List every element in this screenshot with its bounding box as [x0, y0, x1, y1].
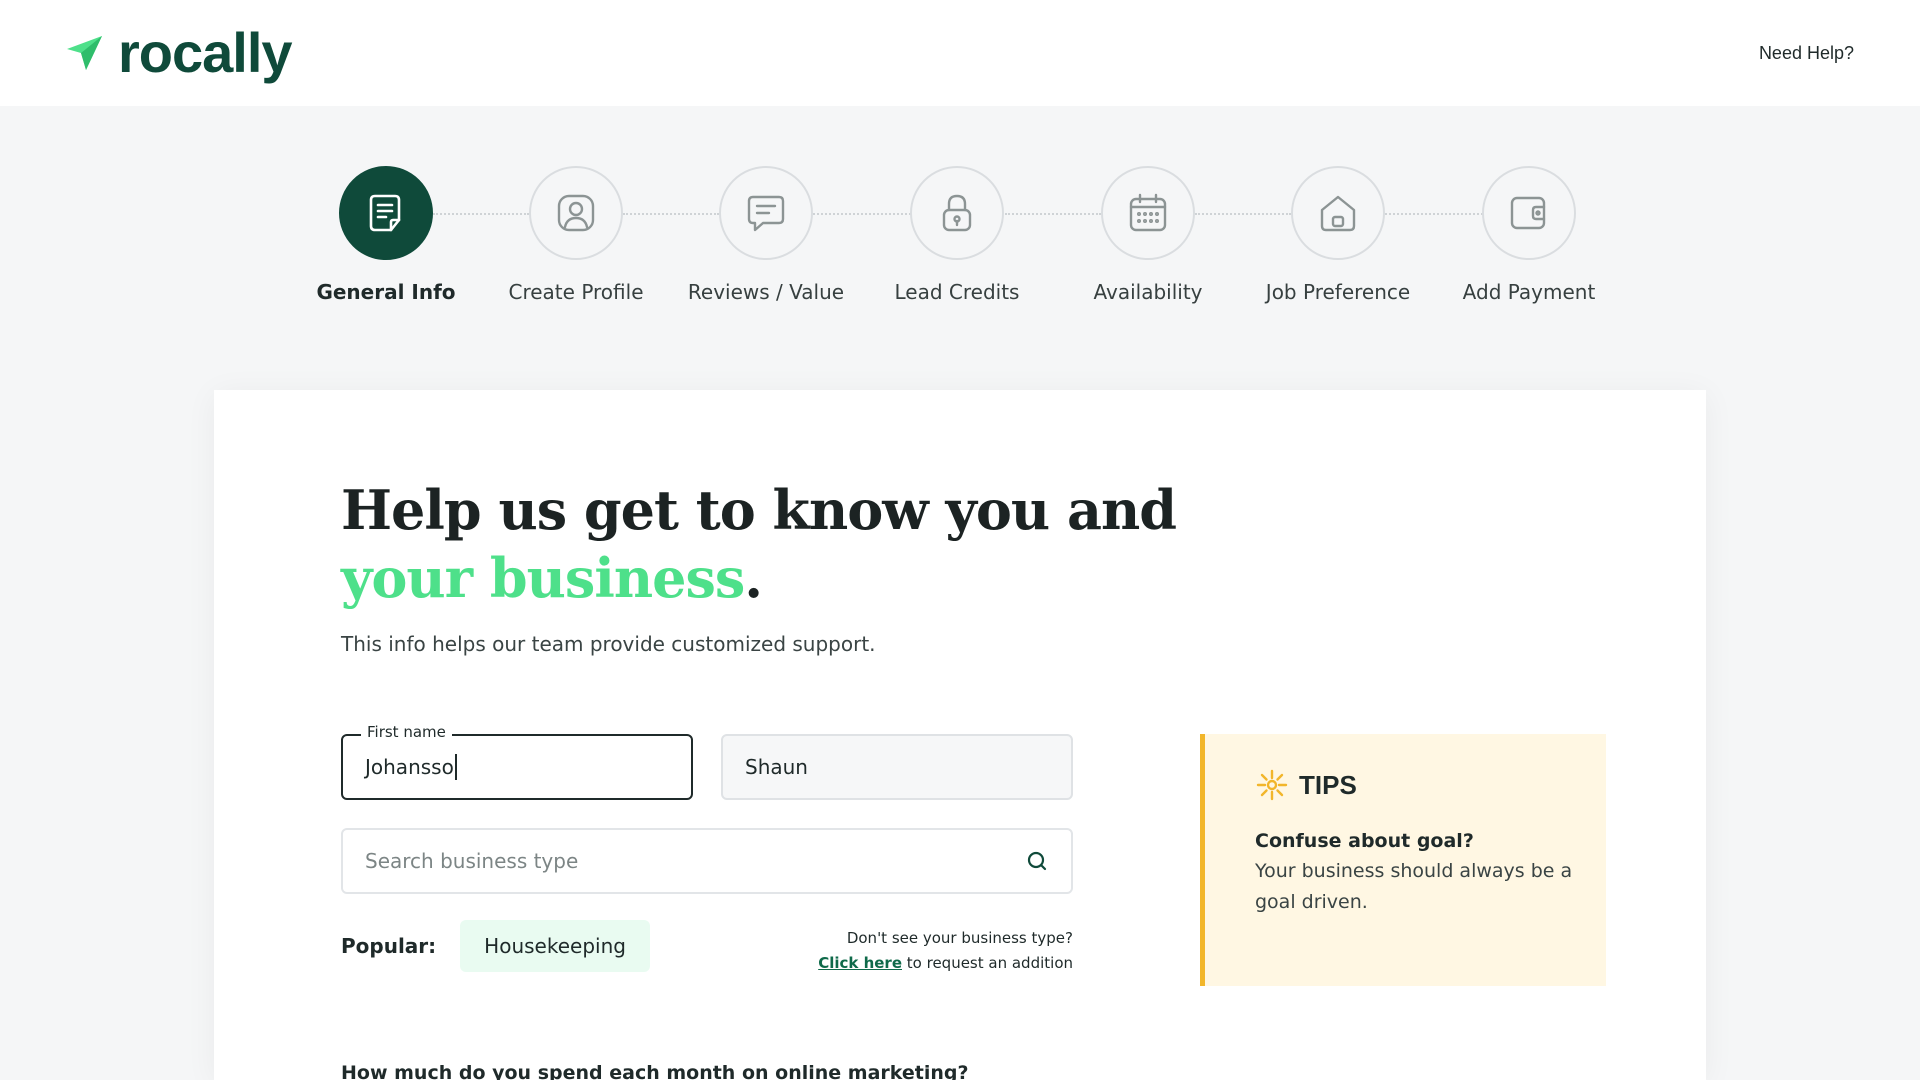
step-availability[interactable]: Availability — [1053, 166, 1243, 304]
step-create-profile[interactable]: Create Profile — [481, 166, 671, 304]
first-name-field[interactable]: First name Johansso — [341, 723, 693, 800]
tips-title-text: TIPS — [1299, 769, 1357, 800]
search-icon[interactable] — [1025, 849, 1049, 873]
message-icon — [747, 195, 785, 232]
onboarding-stepper: General Info Create Profile Reviews / Va… — [0, 166, 1920, 316]
step-circle — [910, 166, 1004, 260]
step-circle — [719, 166, 813, 260]
step-circle — [1291, 166, 1385, 260]
first-name-value: Johansso — [365, 755, 454, 779]
lock-icon — [942, 194, 972, 232]
step-label: Availability — [1093, 280, 1203, 304]
request-question: Don't see your business type? — [846, 929, 1073, 947]
popular-label: Popular: — [341, 934, 437, 958]
headline-line: Help us get to know you and — [341, 478, 1177, 542]
chip-housekeeping[interactable]: Housekeeping — [460, 920, 650, 972]
step-lead-credits[interactable]: Lead Credits — [862, 166, 1052, 304]
step-reviews-value[interactable]: Reviews / Value — [671, 166, 861, 304]
step-circle — [339, 166, 433, 260]
step-label: Create Profile — [508, 280, 644, 304]
last-name-field[interactable]: Shaun — [721, 734, 1073, 800]
step-label: Job Preference — [1265, 280, 1411, 304]
tips-panel: TIPS Confuse about goal? Your business s… — [1200, 734, 1606, 986]
brand-logo[interactable]: rocally — [64, 21, 293, 84]
tips-body: Your business should always be a goal dr… — [1255, 860, 1573, 913]
step-label: Lead Credits — [894, 280, 1020, 304]
step-circle — [529, 166, 623, 260]
request-suffix: to request an addition — [906, 954, 1073, 972]
first-name-label: First name — [361, 723, 452, 741]
business-type-search-input[interactable]: Search business type — [341, 828, 1073, 894]
home-icon — [1320, 195, 1356, 232]
page-title: Help us get to know you and your busines… — [341, 476, 1177, 612]
step-add-payment[interactable]: Add Payment — [1434, 166, 1624, 304]
popular-business-types: Popular: Housekeeping — [341, 920, 650, 972]
step-circle — [1482, 166, 1576, 260]
request-business-type-note: Don't see your business type? Click here… — [774, 926, 1073, 976]
search-placeholder: Search business type — [365, 849, 579, 873]
tips-title: TIPS — [1255, 768, 1606, 802]
step-circle — [1101, 166, 1195, 260]
marketing-spend-question: How much do you spend each month on onli… — [341, 1062, 969, 1080]
page-subtitle: This info helps our team provide customi… — [341, 632, 876, 656]
headline-accent: your business — [341, 546, 745, 610]
step-general-info[interactable]: General Info — [291, 166, 481, 304]
step-label: Reviews / Value — [687, 280, 845, 304]
step-job-preference[interactable]: Job Preference — [1243, 166, 1433, 304]
arrow-logo-icon — [67, 36, 102, 70]
profile-icon — [557, 194, 595, 232]
step-label: General Info — [316, 280, 456, 304]
step-label: Add Payment — [1462, 280, 1596, 304]
top-bar: rocally Need Help? — [0, 0, 1920, 106]
headline-period: . — [744, 546, 763, 610]
need-help-link[interactable]: Need Help? — [1759, 43, 1854, 64]
wallet-icon — [1510, 196, 1546, 230]
document-icon — [369, 194, 401, 232]
text-caret — [454, 754, 457, 780]
sparkle-icon — [1256, 769, 1288, 801]
last-name-value: Shaun — [745, 755, 808, 779]
request-addition-link[interactable]: Click here — [818, 954, 902, 972]
general-info-card: Help us get to know you and your busines… — [214, 390, 1706, 1080]
brand-name: rocally — [118, 21, 293, 84]
tips-heading: Confuse about goal? — [1255, 830, 1474, 852]
calendar-icon — [1129, 193, 1167, 232]
